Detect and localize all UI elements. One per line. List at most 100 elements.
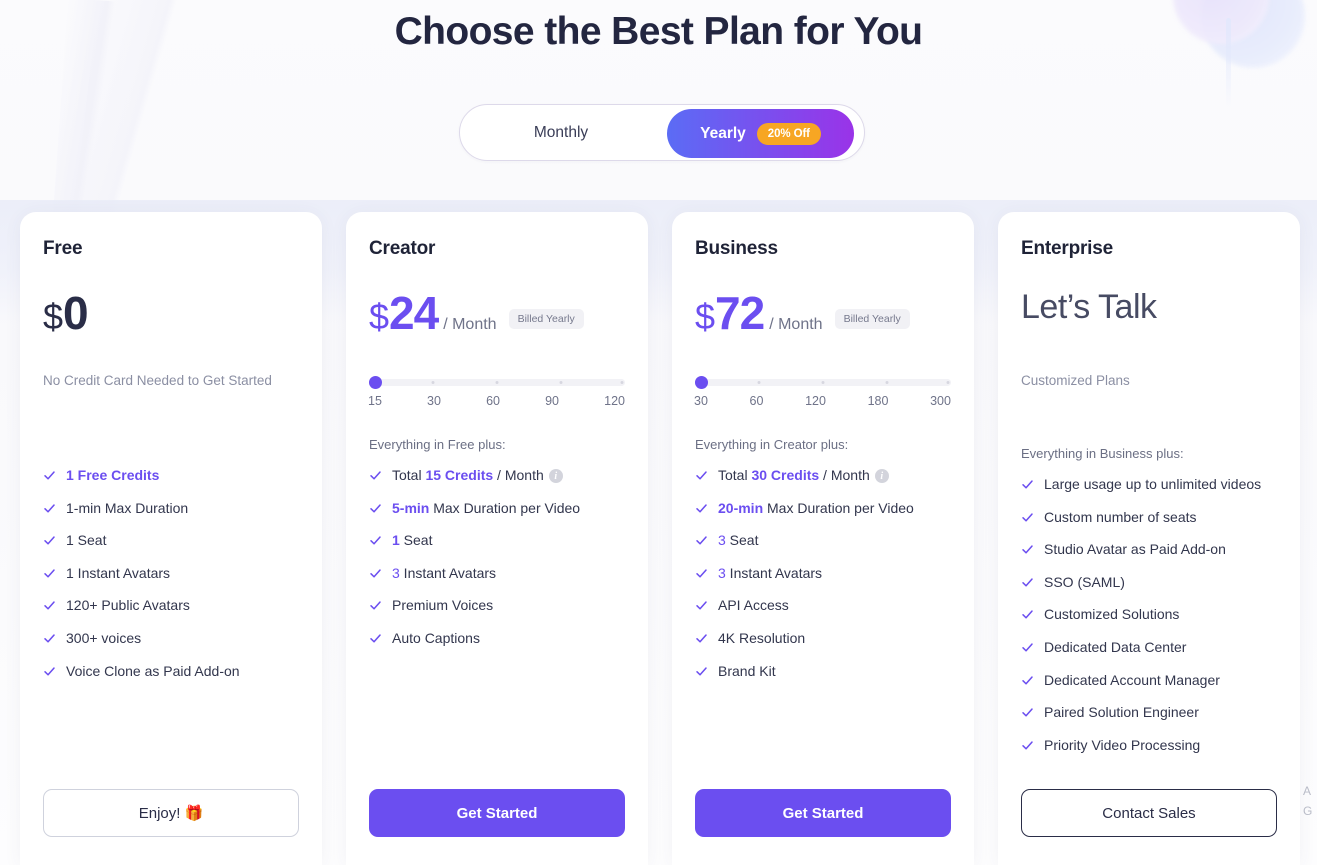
pricing-card-free: Free $ 0 No Credit Card Needed to Get St…	[20, 212, 322, 865]
check-icon	[369, 469, 382, 482]
feature-label: Dedicated Account Manager	[1044, 671, 1220, 688]
billing-period-toggle[interactable]: Monthly Yearly 20% Off	[459, 104, 865, 161]
feature-item: 3 Instant Avatars	[369, 564, 625, 583]
feature-highlight: 3	[718, 564, 726, 581]
feature-item: Total 30 Credits / Month i	[695, 466, 951, 485]
feature-item: 300+ voices	[43, 629, 299, 648]
feature-item: Auto Captions	[369, 629, 625, 648]
feature-item: Customized Solutions	[1021, 605, 1277, 624]
check-icon	[695, 632, 708, 645]
feature-label: 5-min Max Duration per Video	[392, 499, 580, 518]
feature-suffix: Seat	[399, 532, 433, 549]
plan-name-free: Free	[43, 238, 83, 259]
toggle-option-monthly[interactable]: Monthly	[460, 124, 662, 142]
credits-slider-creator[interactable]: 15 30 60 90 120	[368, 376, 625, 408]
check-icon	[43, 665, 56, 678]
price-period: / Month	[443, 316, 497, 333]
feature-item: Voice Clone as Paid Add-on	[43, 662, 299, 681]
feature-item: Custom number of seats	[1021, 508, 1277, 527]
slider-tick	[946, 381, 950, 384]
check-icon	[369, 632, 382, 645]
features-intro-creator: Everything in Free plus:	[369, 437, 506, 452]
cta-button-free[interactable]: Enjoy! 🎁	[43, 789, 299, 837]
price-period: / Month	[769, 316, 823, 333]
slider-track[interactable]	[369, 376, 625, 389]
feature-label: Customized Solutions	[1044, 606, 1180, 623]
slider-tick	[620, 381, 624, 384]
feature-item: 1 Seat	[43, 531, 299, 550]
plan-name-enterprise: Enterprise	[1021, 238, 1113, 259]
edge-clipped-widget[interactable]: A G	[1303, 782, 1317, 822]
check-icon	[695, 534, 708, 547]
feature-suffix: Instant Avatars	[399, 564, 497, 581]
feature-highlight: 15 Credits	[425, 467, 494, 483]
slider-label: 120	[805, 394, 826, 408]
slider-label: 300	[930, 394, 951, 408]
feature-suffix: Seat	[725, 532, 759, 549]
info-icon[interactable]: i	[874, 469, 889, 484]
feature-item: 5-min Max Duration per Video	[369, 499, 625, 518]
feature-label: 120+ Public Avatars	[66, 597, 190, 614]
cta-button-business[interactable]: Get Started	[695, 789, 951, 837]
price-headline: Let’s Talk	[1021, 288, 1157, 326]
slider-thumb[interactable]	[369, 376, 382, 389]
slider-label: 120	[604, 394, 625, 408]
plan-price-creator: $ 24 / Month Billed Yearly	[369, 290, 625, 348]
feature-label: Premium Voices	[392, 597, 494, 614]
pricing-cards-container: Free $ 0 No Credit Card Needed to Get St…	[0, 212, 1317, 865]
feature-item: 20-min Max Duration per Video	[695, 499, 951, 518]
cta-button-creator[interactable]: Get Started	[369, 789, 625, 837]
slider-thumb[interactable]	[695, 376, 708, 389]
slider-tick	[757, 381, 761, 384]
feature-prefix: Total	[392, 467, 426, 483]
feature-label: 1 Seat	[66, 532, 107, 549]
check-icon	[369, 502, 382, 515]
plan-price-free: $ 0	[43, 290, 299, 348]
feature-highlight: 3	[718, 532, 726, 549]
feature-list-free: 1 Free Credits 1-min Max Duration 1 Seat	[43, 466, 299, 680]
feature-item: 1 Free Credits	[43, 466, 299, 485]
feature-label: 4K Resolution	[718, 630, 806, 647]
slider-label: 180	[867, 394, 889, 408]
check-icon	[695, 567, 708, 580]
slider-tick-labels: 30 60 120 180 300	[694, 394, 951, 408]
features-intro-business: Everything in Creator plus:	[695, 437, 849, 452]
feature-suffix: Instant Avatars	[725, 564, 823, 581]
check-icon	[695, 665, 708, 678]
feature-label: Priority Video Processing	[1044, 736, 1201, 753]
feature-label: 20-min Max Duration per Video	[718, 499, 914, 518]
slider-label: 30	[427, 394, 441, 408]
feature-label: Dedicated Data Center	[1044, 639, 1187, 656]
check-icon	[1021, 511, 1034, 524]
check-icon	[369, 534, 382, 547]
check-icon	[43, 502, 56, 515]
check-icon	[43, 599, 56, 612]
feature-item: Studio Avatar as Paid Add-on	[1021, 540, 1277, 559]
feature-label: 3 Instant Avatars	[718, 564, 822, 583]
billed-yearly-badge: Billed Yearly	[508, 309, 584, 329]
check-icon	[43, 534, 56, 547]
pricing-card-creator: Creator $ 24 / Month Billed Yearly 15 30	[346, 212, 648, 865]
cta-button-enterprise[interactable]: Contact Sales	[1021, 789, 1277, 837]
slider-track[interactable]	[695, 376, 951, 389]
billed-yearly-badge: Billed Yearly	[834, 309, 910, 329]
feature-label: 1 Free Credits	[66, 467, 160, 483]
discount-badge: 20% Off	[756, 122, 821, 145]
feature-list-enterprise: Large usage up to unlimited videos Custo…	[1021, 475, 1277, 754]
credits-slider-business[interactable]: 30 60 120 180 300	[694, 376, 951, 408]
slider-label: 15	[368, 394, 382, 408]
feature-label: 1-min Max Duration	[66, 499, 189, 516]
check-icon	[695, 469, 708, 482]
slider-label: 60	[486, 394, 500, 408]
check-icon	[1021, 706, 1034, 719]
slider-label: 90	[545, 394, 559, 408]
info-icon[interactable]: i	[548, 469, 563, 484]
pricing-page: Choose the Best Plan for You Monthly Yea…	[0, 0, 1317, 865]
toggle-option-yearly[interactable]: Yearly 20% Off	[667, 109, 854, 158]
feature-label: Auto Captions	[392, 630, 480, 647]
feature-label: Total 15 Credits / Month i	[392, 466, 563, 485]
check-icon	[1021, 641, 1034, 654]
slider-tick	[885, 381, 889, 384]
feature-label: Large usage up to unlimited videos	[1044, 476, 1262, 492]
feature-item: 3 Seat	[695, 531, 951, 550]
